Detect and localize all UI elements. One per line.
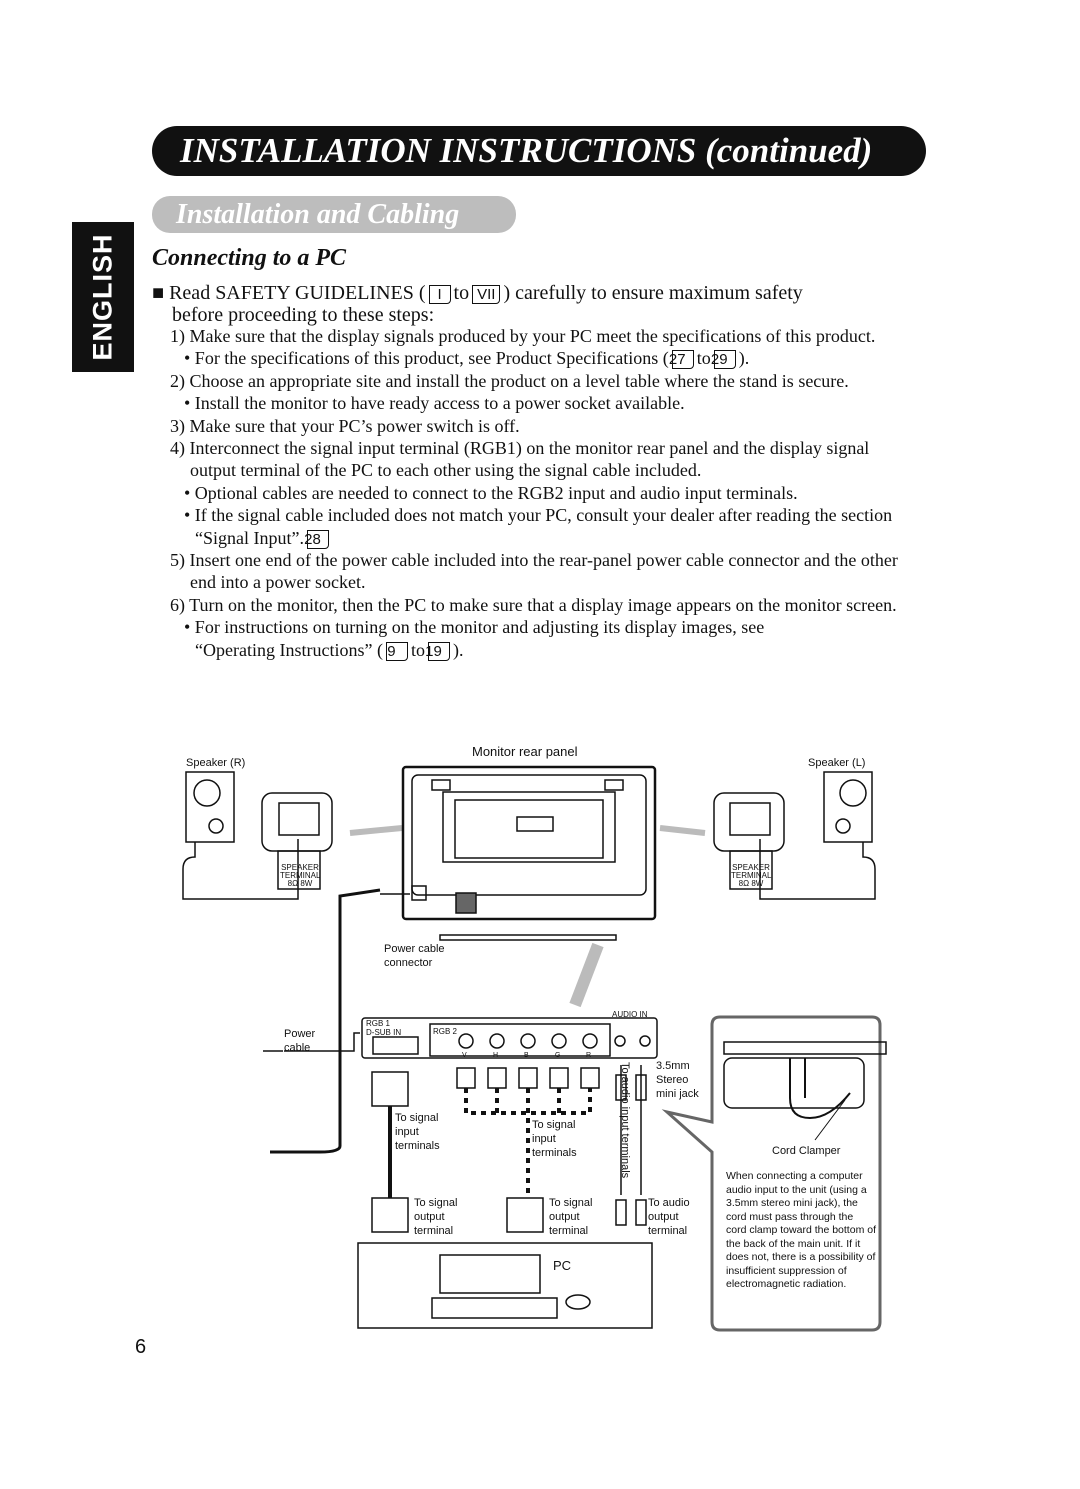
speaker-r-label: Speaker (R) [186,757,246,769]
bnc-g-label: G [555,1052,561,1059]
bnc-b-label: B [524,1052,529,1059]
to-audio-output-label: To audio output terminal [648,1197,690,1237]
speaker-terminal-label: SPEAKER TERMINAL 8Ω 8W [731,863,772,888]
to-signal-output-label: To signal output terminal [549,1197,593,1237]
pc-icon [439,1254,541,1294]
bnc-r-label: R [586,1052,592,1059]
rgb2-label: RGB 2 [433,1027,458,1036]
speaker-terminal-r [261,792,333,852]
power-cable-label: Power cable [284,1028,316,1054]
monitor-rear-panel-label: Monitor rear panel [472,744,578,759]
cord-clamper-label: Cord Clamper [772,1145,841,1157]
power-cable-connector-label: Power cable connector [384,943,445,969]
to-audio-input-label: To audio input terminals [619,1062,631,1179]
to-signal-output-label: To signal output terminal [414,1197,458,1237]
speaker-l-label: Speaker (L) [808,757,866,769]
page-number: 6 [135,1336,147,1358]
bnc-v-label: V [462,1052,467,1059]
speaker-terminal-label: SPEAKER TERMINAL 8Ω 8W [280,863,321,888]
speaker-r-icon [185,771,235,843]
rgb1-label: RGB 1 D-SUB IN [366,1019,402,1037]
audio-in-label: AUDIO IN [612,1010,648,1019]
stereo-jack-label: 3.5mm Stereo mini jack [656,1060,699,1100]
to-signal-input-label: To signal input terminals [395,1112,440,1152]
cord-clamp-note: When connecting a computer audio input t… [726,1170,876,1290]
speaker-terminal-l [713,792,785,852]
bnc-h-label: H [493,1052,499,1059]
pc-label: PC [553,1258,572,1273]
to-signal-input-label: To signal input terminals [532,1119,577,1159]
